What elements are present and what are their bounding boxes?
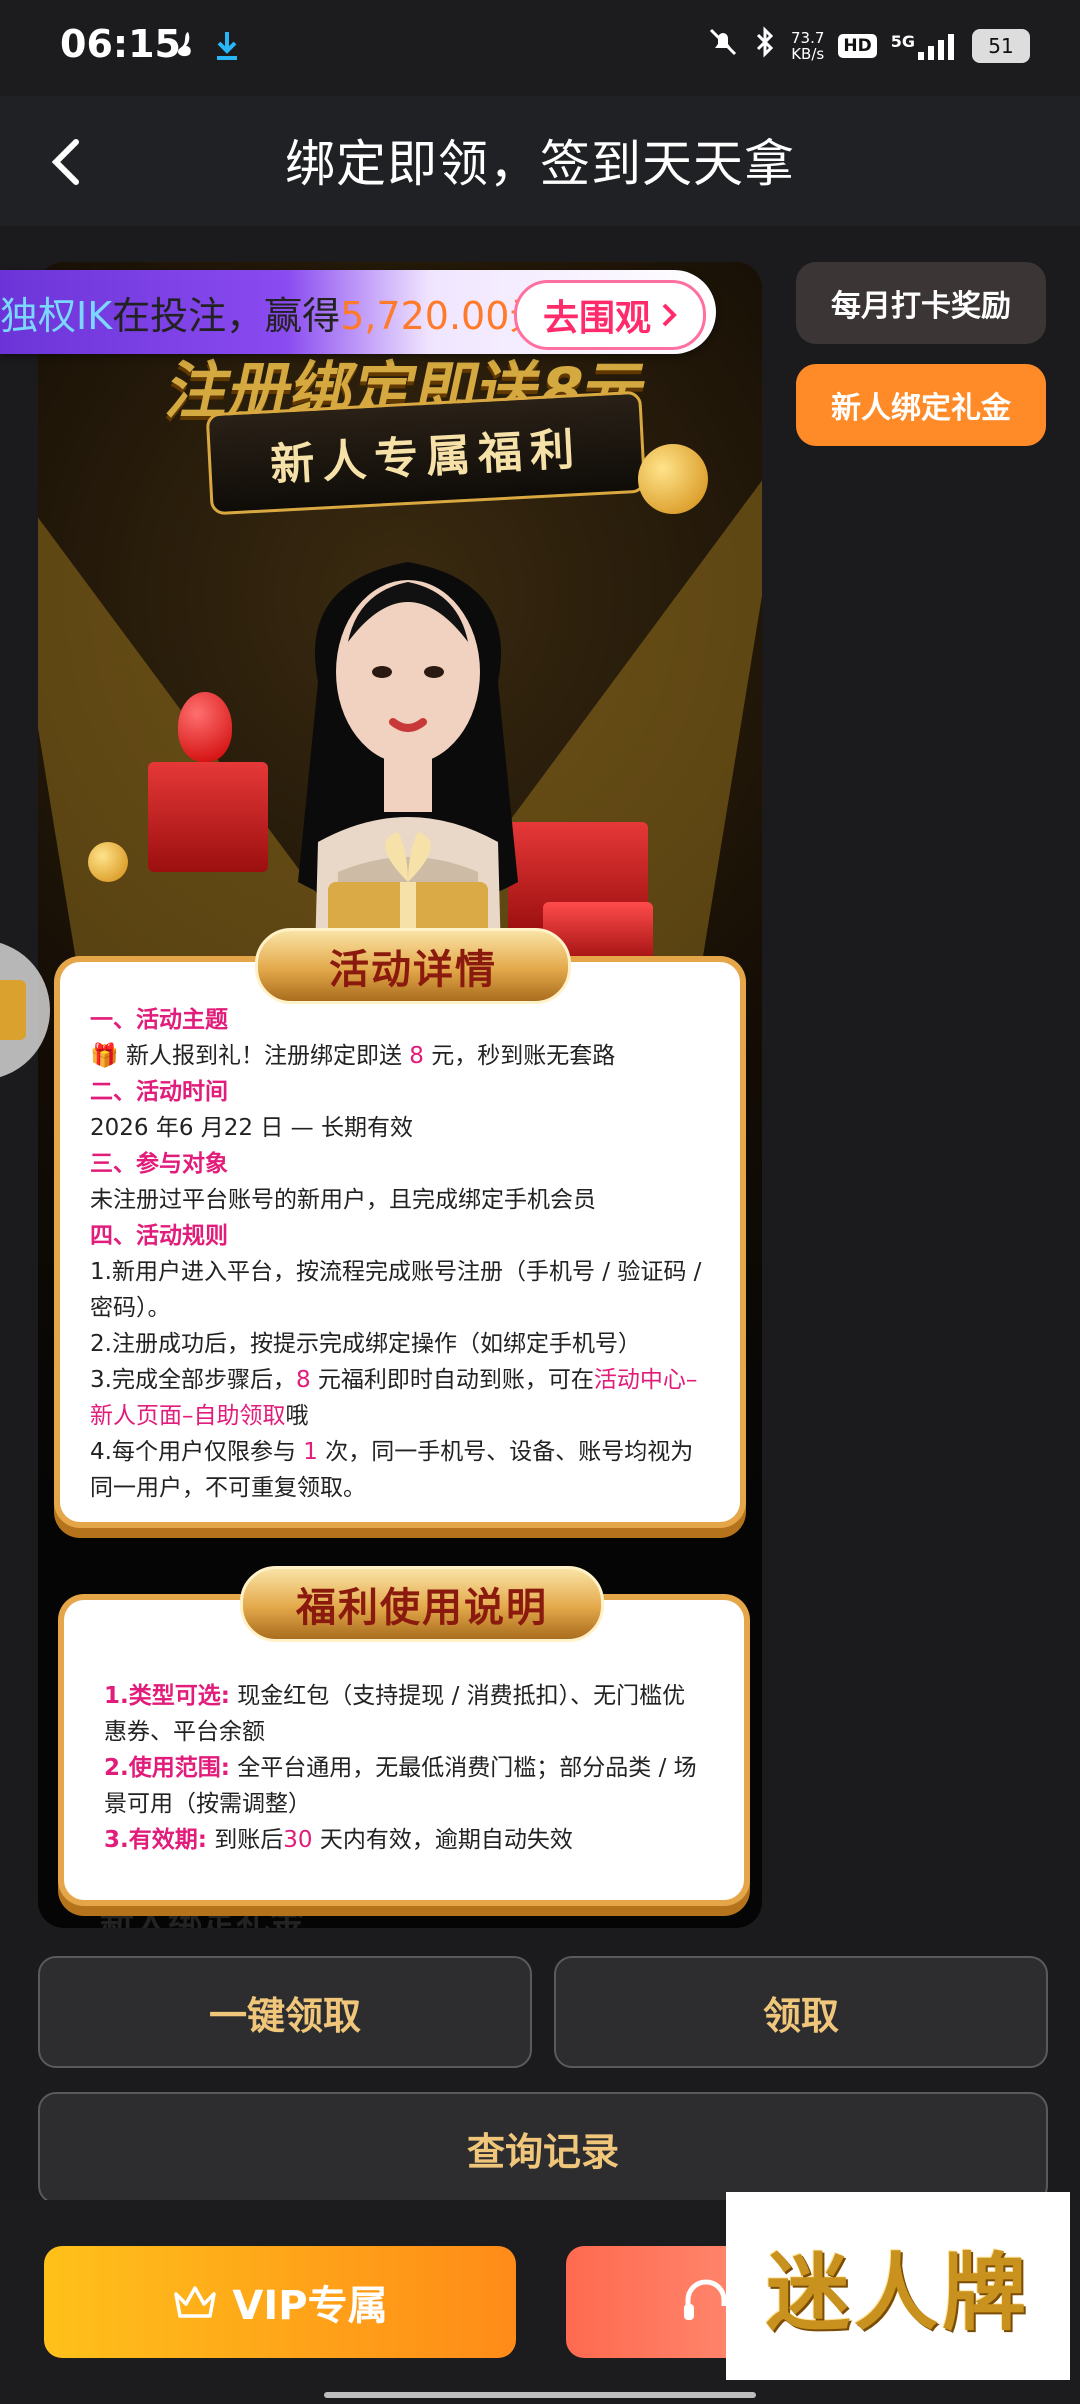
network-speed: 73.7 KB/s <box>790 28 825 63</box>
crown-icon <box>174 2286 217 2318</box>
detail-text: 未注册过平台账号的新用户，且完成绑定手机会员 <box>90 1187 596 1213</box>
detail-heading: 四、活动规则 <box>90 1223 228 1249</box>
ticker-text: 独权IK在投注，赢得5,720.00元 <box>0 293 548 338</box>
detail-heading: 一、活动主题 <box>90 1007 228 1033</box>
usage-text: 3.有效期: 到账后30 天内有效，逾期自动失效 <box>104 1827 573 1853</box>
hd-icon: HD <box>838 33 877 58</box>
battery-icon: 51 <box>972 28 1030 63</box>
detail-text: 密码）。 <box>90 1295 171 1321</box>
notification-icon <box>172 30 196 67</box>
usage-title: 福利使用说明 <box>240 1566 604 1642</box>
detail-text: 2026 年6 月22 日 — 长期有效 <box>90 1115 413 1141</box>
bluetooth-icon <box>753 26 777 65</box>
detail-heading: 三、参与对象 <box>90 1151 228 1177</box>
tab-new-user-bonus[interactable]: 新人绑定礼金 <box>796 364 1046 446</box>
activity-details-title: 活动详情 <box>255 928 571 1004</box>
detail-text: 2.注册成功后，按提示完成绑定操作（如绑定手机号） <box>90 1331 641 1357</box>
floating-widget-icon <box>0 980 26 1040</box>
tab-monthly-checkin[interactable]: 每月打卡奖励 <box>796 262 1046 344</box>
gift-box-icon <box>148 762 268 872</box>
download-icon <box>214 30 240 69</box>
page-title: 绑定即领，签到天天拿 <box>285 135 795 193</box>
watch-button[interactable]: 去围观 <box>513 280 706 350</box>
one-click-claim-button[interactable]: 一键领取 <box>38 1956 532 2068</box>
usage-text: 景可用（按需调整） <box>104 1791 311 1817</box>
claim-button[interactable]: 领取 <box>554 1956 1048 2068</box>
detail-text: 3.完成全部步骤后，8 元福利即时自动到账，可在活动中心– <box>90 1367 698 1393</box>
brand-watermark: 迷人牌 <box>726 2192 1070 2380</box>
self-claim-link[interactable]: 新人页面–自助领取 <box>90 1403 286 1429</box>
coin-icon <box>638 444 708 514</box>
detail-text: 新人页面–自助领取哦 <box>90 1403 309 1429</box>
vip-button[interactable]: VIP专属 <box>44 2246 516 2358</box>
chevron-right-icon <box>662 303 677 327</box>
status-time: 06:15 <box>60 22 181 66</box>
win-ticker: 独权IK在投注，赢得5,720.00元 去围观 <box>0 270 716 354</box>
mute-icon <box>707 26 739 65</box>
usage-text: 1.类型可选: 现金红包（支持提现 / 消费抵扣）、无门槛优 <box>104 1683 686 1709</box>
usage-text: 惠券、平台余额 <box>104 1719 265 1745</box>
signal-icon: 5G <box>891 32 958 60</box>
detail-text: 同一用户，不可重复领取。 <box>90 1475 366 1501</box>
coin-icon <box>88 842 128 882</box>
activity-center-link[interactable]: 活动中心– <box>594 1367 698 1393</box>
home-indicator[interactable] <box>324 2392 756 2398</box>
detail-heading: 二、活动时间 <box>90 1079 228 1105</box>
detail-text: 1.新用户进入平台，按流程完成账号注册（手机号 / 验证码 / <box>90 1259 702 1285</box>
status-bar: 06:15 73.7 KB/s HD 5G 51 <box>0 0 1080 96</box>
header: 绑定即领，签到天天拿 <box>0 96 1080 226</box>
detail-text: 4.每个用户仅限参与 1 次，同一手机号、设备、账号均视为 <box>90 1439 694 1465</box>
query-records-button[interactable]: 查询记录 <box>38 2092 1048 2204</box>
status-icons: 73.7 KB/s HD 5G 51 <box>707 26 1030 65</box>
detail-text: 🎁 新人报到礼！注册绑定即送 8 元，秒到账无套路 <box>90 1043 616 1069</box>
balloon-icon <box>178 692 232 762</box>
usage-text: 2.使用范围: 全平台通用，无最低消费门槛；部分品类 / 场 <box>104 1755 697 1781</box>
